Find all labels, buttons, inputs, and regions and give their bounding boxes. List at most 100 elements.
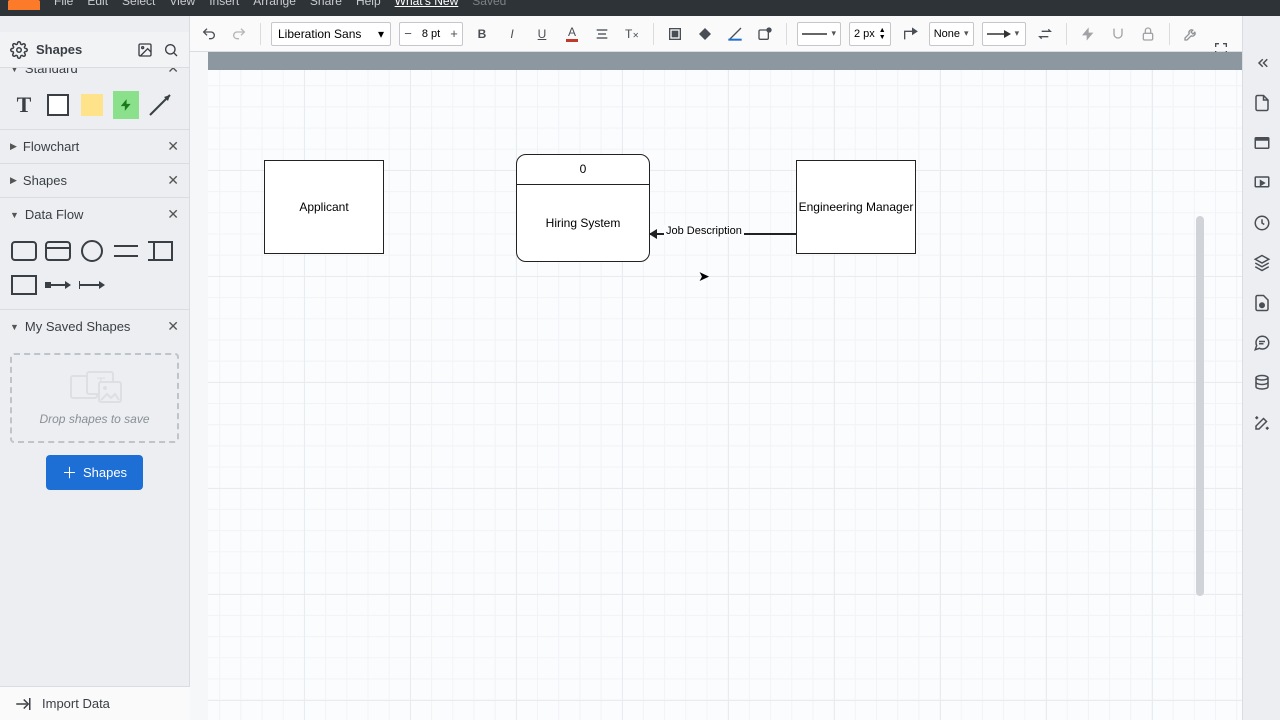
right-sidebar xyxy=(1242,16,1280,720)
font-size-value[interactable]: 8 pt xyxy=(416,28,446,40)
section-shapes: ▶Shapes ✕ xyxy=(0,164,189,198)
section-dataflow-header[interactable]: ▼Data Flow ✕ xyxy=(0,198,189,231)
redo-button[interactable] xyxy=(228,23,250,45)
shape-dynamic[interactable] xyxy=(112,91,140,119)
snap-button[interactable] xyxy=(1107,23,1129,45)
present-icon[interactable] xyxy=(1251,172,1273,194)
df-circle[interactable] xyxy=(78,237,106,265)
edge-job-description[interactable]: Job Description xyxy=(650,230,796,242)
document-icon[interactable] xyxy=(1251,92,1273,114)
line-style-select[interactable]: ▾ xyxy=(797,22,841,46)
collapse-panel-button[interactable] xyxy=(1251,52,1273,74)
ruler-horizontal xyxy=(190,52,1242,70)
menu-help[interactable]: Help xyxy=(356,0,381,6)
underline-button[interactable]: U xyxy=(531,23,553,45)
border-color-button[interactable] xyxy=(724,23,746,45)
magic-button[interactable] xyxy=(1077,23,1099,45)
history-icon[interactable] xyxy=(1251,212,1273,234)
close-icon[interactable]: ✕ xyxy=(167,206,179,223)
shape-text[interactable]: T xyxy=(10,91,38,119)
close-icon[interactable]: ✕ xyxy=(167,138,179,155)
menu-edit[interactable]: Edit xyxy=(87,0,108,6)
gear-icon[interactable] xyxy=(10,41,28,59)
menu-view[interactable]: View xyxy=(169,0,195,6)
close-icon[interactable]: ✕ xyxy=(167,172,179,189)
node-applicant[interactable]: Applicant xyxy=(264,160,384,254)
bucket-button[interactable] xyxy=(694,23,716,45)
node-label: Hiring System xyxy=(546,215,621,231)
line-corner-button[interactable] xyxy=(899,23,921,45)
section-saved-shapes: ▼My Saved Shapes ✕ T Drop shapes to save… xyxy=(0,310,189,500)
left-sidebar: Shapes ▼Standard ✕ T ▶Flowchart ✕ xyxy=(0,16,190,720)
font-family-select[interactable]: Liberation Sans▾ xyxy=(271,22,391,46)
menu-select[interactable]: Select xyxy=(122,0,155,6)
menubar: File Edit Select View Insert Arrange Sha… xyxy=(0,0,1280,16)
section-shapes-header[interactable]: ▶Shapes ✕ xyxy=(0,164,189,197)
df-entity[interactable] xyxy=(10,271,38,299)
format-toolbar: Liberation Sans▾ − 8 pt + B I U A T✕ ▾ 2… xyxy=(190,16,1242,52)
actions-icon[interactable] xyxy=(1251,412,1273,434)
df-process[interactable] xyxy=(10,237,38,265)
df-arrow[interactable] xyxy=(44,271,72,299)
menu-insert[interactable]: Insert xyxy=(209,0,239,6)
image-icon[interactable] xyxy=(137,42,153,58)
line-width-stepper[interactable]: 2 px▲▼ xyxy=(849,22,891,46)
shape-note[interactable] xyxy=(78,91,106,119)
import-data-button[interactable]: Import Data xyxy=(0,686,190,720)
layers-icon[interactable] xyxy=(1251,252,1273,274)
add-shapes-button[interactable]: ＋ Shapes xyxy=(46,455,143,490)
data-icon[interactable] xyxy=(1251,372,1273,394)
cursor-icon: ➤ xyxy=(698,268,710,285)
menu-arrange[interactable]: Arrange xyxy=(253,0,296,6)
font-size-increase[interactable]: + xyxy=(446,26,462,41)
ruler-vertical xyxy=(190,52,208,720)
theme-icon[interactable] xyxy=(1251,292,1273,314)
shape-rectangle[interactable] xyxy=(44,91,72,119)
italic-button[interactable]: I xyxy=(501,23,523,45)
arrow-left-icon xyxy=(649,229,657,239)
section-flowchart-header[interactable]: ▶Flowchart ✕ xyxy=(0,130,189,163)
node-hiring-system[interactable]: 0 Hiring System xyxy=(516,154,650,262)
undo-button[interactable] xyxy=(198,23,220,45)
df-process2[interactable] xyxy=(44,237,72,265)
text-options-button[interactable]: T✕ xyxy=(621,23,643,45)
df-datastore[interactable] xyxy=(146,237,174,265)
shapes-panel-header: Shapes xyxy=(0,32,190,68)
section-dataflow: ▼Data Flow ✕ xyxy=(0,198,189,310)
shape-line[interactable] xyxy=(146,91,174,119)
node-engineering-manager[interactable]: Engineering Manager xyxy=(796,160,916,254)
menu-file[interactable]: File xyxy=(54,0,73,6)
menu-share[interactable]: Share xyxy=(310,0,342,6)
vertical-scrollbar[interactable] xyxy=(1196,216,1204,596)
comments-icon[interactable] xyxy=(1251,332,1273,354)
canvas[interactable]: Applicant 0 Hiring System Engineering Ma… xyxy=(208,70,1242,720)
wrench-button[interactable] xyxy=(1180,23,1202,45)
align-button[interactable] xyxy=(591,23,613,45)
shape-options-button[interactable] xyxy=(754,23,776,45)
arrow-start-select[interactable]: None▾ xyxy=(929,22,974,46)
section-flowchart: ▶Flowchart ✕ xyxy=(0,130,189,164)
app-logo[interactable] xyxy=(8,0,40,10)
canvas-area: Liberation Sans▾ − 8 pt + B I U A T✕ ▾ 2… xyxy=(190,16,1242,720)
menu-whats-new[interactable]: What's New xyxy=(395,0,459,6)
saved-shapes-dropzone[interactable]: T Drop shapes to save xyxy=(10,353,179,443)
df-arrow2[interactable] xyxy=(78,271,106,299)
swap-arrows-button[interactable] xyxy=(1034,23,1056,45)
bold-button[interactable]: B xyxy=(471,23,493,45)
edge-label: Job Description xyxy=(664,225,744,237)
close-icon[interactable]: ✕ xyxy=(167,318,179,335)
df-double-line[interactable] xyxy=(112,237,140,265)
navigator-icon[interactable] xyxy=(1251,132,1273,154)
section-saved-header[interactable]: ▼My Saved Shapes ✕ xyxy=(0,310,189,343)
plus-icon: ＋ xyxy=(62,462,77,483)
search-icon[interactable] xyxy=(163,42,179,58)
import-icon xyxy=(14,695,32,713)
text-color-button[interactable]: A xyxy=(561,23,583,45)
save-status: Saved xyxy=(472,0,506,6)
font-size-stepper[interactable]: − 8 pt + xyxy=(399,22,463,46)
lock-button[interactable] xyxy=(1137,23,1159,45)
arrow-end-select[interactable]: ▾ xyxy=(982,22,1026,46)
font-size-decrease[interactable]: − xyxy=(400,26,416,41)
fill-button[interactable] xyxy=(664,23,686,45)
dropzone-label: Drop shapes to save xyxy=(39,412,149,426)
